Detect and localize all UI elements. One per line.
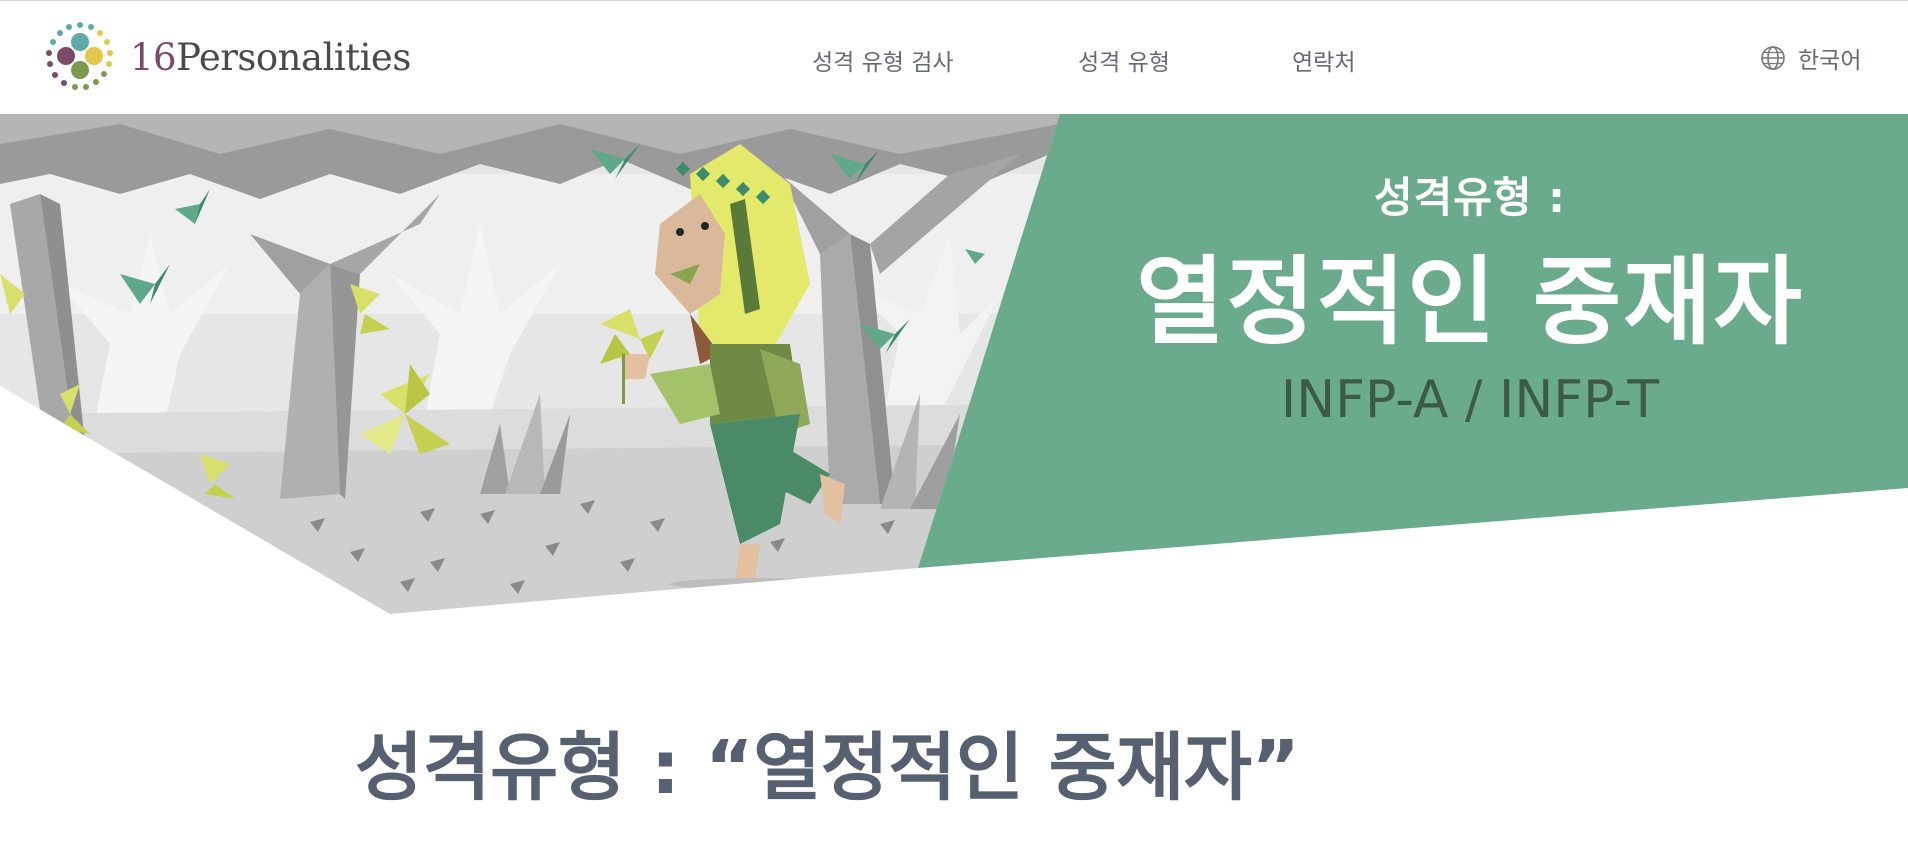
site-header: 16Personalities 성격 유형 검사 성격 유형 연락처 한국어 <box>0 1 1908 114</box>
site-logo[interactable]: 16Personalities <box>40 19 411 95</box>
nav-personality-test[interactable]: 성격 유형 검사 <box>812 43 954 77</box>
hero-title: 열정적인 중재자 <box>1136 246 1804 358</box>
nav-personality-types[interactable]: 성격 유형 <box>1078 43 1170 77</box>
hero-kicker: 성격유형 : <box>1374 173 1566 222</box>
logo-wordmark: 16Personalities <box>130 35 411 79</box>
language-selector[interactable]: 한국어 <box>1760 41 1861 75</box>
logo-mark-icon <box>46 22 113 90</box>
hero-type-code: INFP-A / INFP-T <box>1280 370 1660 430</box>
page-heading: 성격유형 : “열정적인 중재자” <box>355 725 1300 811</box>
language-label: 한국어 <box>1798 48 1862 74</box>
hero-banner: 성격유형 : 열정적인 중재자 INFP-A / INFP-T <box>0 114 1908 614</box>
nav-contact[interactable]: 연락처 <box>1292 43 1355 77</box>
forest-scene <box>0 114 1060 614</box>
globe-icon <box>1761 46 1785 70</box>
